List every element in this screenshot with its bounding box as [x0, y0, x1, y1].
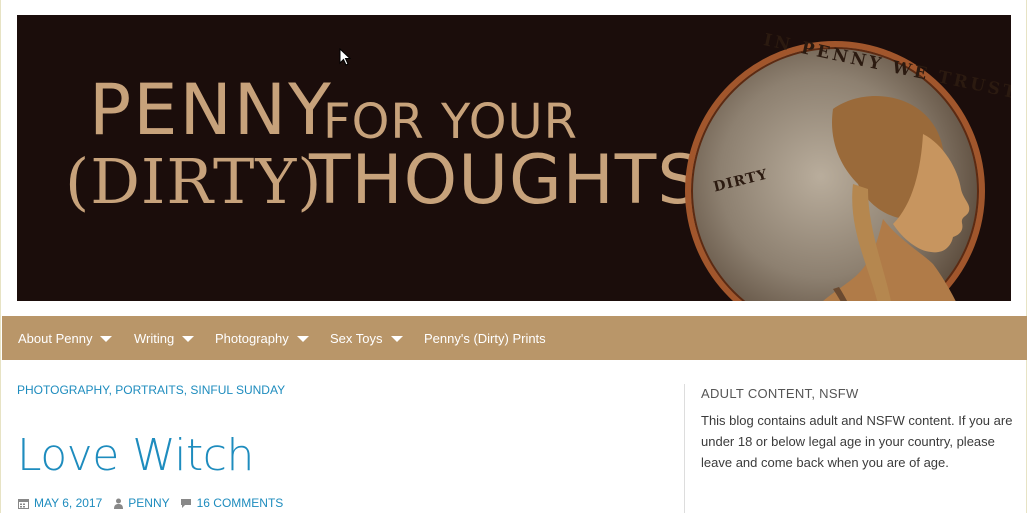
post-meta: MAY 6, 2017 PENNY 16 COMMENTS: [18, 496, 283, 510]
post-title[interactable]: Love Witch: [17, 428, 254, 484]
post-date: MAY 6, 2017: [34, 496, 103, 510]
nav-item-photography[interactable]: Photography: [215, 316, 309, 360]
post-comments-link[interactable]: 16 COMMENTS: [180, 496, 284, 510]
nav-item-label: Sex Toys: [330, 330, 383, 346]
mouse-pointer-icon: [339, 48, 351, 66]
dropdown-caret-icon: [182, 336, 195, 342]
logo-text-thoughts: THOUGHTS: [309, 141, 702, 220]
logo-text-penny: PENNY: [89, 69, 333, 151]
post-author-link[interactable]: PENNY: [114, 496, 170, 510]
dropdown-caret-icon: [100, 336, 113, 342]
nav-item-label: Photography: [215, 330, 289, 346]
post-author: PENNY: [128, 496, 170, 510]
nav-item-writing[interactable]: Writing: [134, 316, 195, 360]
portrait-profile-image: [823, 96, 970, 301]
category-link-portraits[interactable]: PORTRAITS: [115, 383, 183, 397]
nav-item-sex-toys[interactable]: Sex Toys: [330, 316, 403, 360]
logo-text-for-your: FOR YOUR: [323, 94, 578, 150]
widget-title: ADULT CONTENT, NSFW: [701, 386, 859, 401]
page-frame: PENNY FOR YOUR (DIRTY) THOUGHTS IN PENNY…: [0, 0, 1027, 513]
nav-item-dirty-prints[interactable]: Penny's (Dirty) Prints: [424, 316, 546, 360]
nav-item-label: About Penny: [18, 330, 93, 346]
sidebar-divider: [684, 384, 685, 513]
category-link-photography[interactable]: PHOTOGRAPHY: [17, 383, 109, 397]
nav-item-about-penny[interactable]: About Penny: [18, 316, 113, 360]
post-date-link[interactable]: MAY 6, 2017: [18, 496, 102, 510]
main-navigation: About Penny Writing Photography Sex Toys…: [2, 316, 1027, 360]
comment-icon: [180, 498, 191, 508]
logo-text-dirty: (DIRTY): [65, 145, 323, 218]
penny-coin-image: IN PENNY WE TRUST DIRTY: [685, 30, 1011, 301]
nav-item-label: Penny's (Dirty) Prints: [424, 330, 546, 346]
widget-text: This blog contains adult and NSFW conten…: [701, 413, 1013, 470]
calendar-icon: [18, 498, 29, 509]
site-header-banner[interactable]: PENNY FOR YOUR (DIRTY) THOUGHTS IN PENNY…: [17, 15, 1011, 301]
post-categories: PHOTOGRAPHY, PORTRAITS, SINFUL SUNDAY: [17, 383, 285, 397]
dropdown-caret-icon: [296, 336, 309, 342]
nav-item-label: Writing: [134, 330, 175, 346]
post-comments-count: 16 COMMENTS: [196, 496, 284, 510]
coin-stamp: DIRTY: [711, 166, 770, 196]
category-link-sinful-sunday[interactable]: SINFUL SUNDAY: [190, 383, 285, 397]
user-icon: [114, 498, 124, 509]
dropdown-caret-icon: [390, 336, 403, 342]
